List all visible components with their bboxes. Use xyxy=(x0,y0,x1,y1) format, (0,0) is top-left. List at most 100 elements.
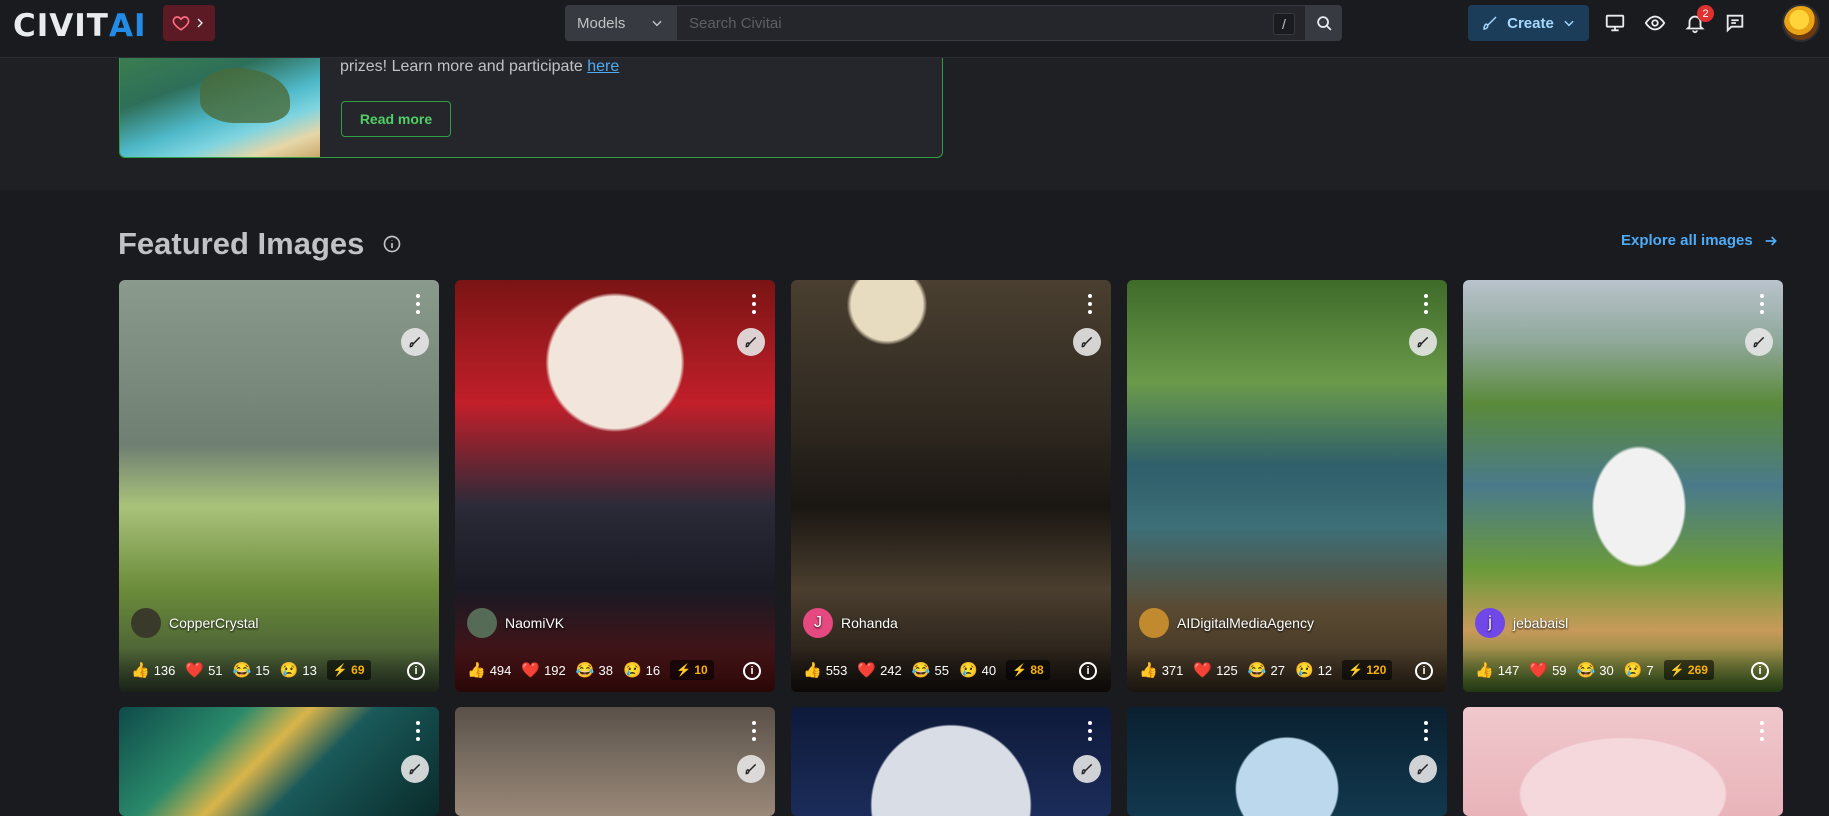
cry-reaction[interactable]: 😢 7 xyxy=(1624,661,1654,679)
remix-icon[interactable] xyxy=(1745,328,1773,356)
image-card[interactable] xyxy=(455,707,775,816)
card-author[interactable]: NaomiVK xyxy=(467,608,564,638)
notification-count-badge: 2 xyxy=(1697,5,1714,22)
cry-reaction[interactable]: 😢 16 xyxy=(623,661,660,679)
like-count: 494 xyxy=(489,662,512,678)
cry-reaction[interactable]: 😢 40 xyxy=(959,661,996,679)
heart-icon: ❤️ xyxy=(1529,662,1549,679)
chevron-down-icon xyxy=(1564,20,1574,27)
buzz-tip-badge[interactable]: ⚡ 69 xyxy=(326,660,371,680)
more-options-icon[interactable] xyxy=(1419,719,1433,743)
more-options-icon[interactable] xyxy=(747,719,761,743)
more-options-icon[interactable] xyxy=(411,719,425,743)
card-author[interactable]: CopperCrystal xyxy=(131,608,258,638)
search-icon xyxy=(1316,15,1332,31)
card-author[interactable]: j jebabaisl xyxy=(1475,608,1568,638)
chat-button[interactable] xyxy=(1722,10,1748,36)
like-reaction[interactable]: 👍 553 xyxy=(803,661,847,679)
remix-icon[interactable] xyxy=(1073,328,1101,356)
create-button[interactable]: Create xyxy=(1468,5,1589,41)
civitai-logo[interactable]: CIVIT AI xyxy=(13,8,147,44)
cry-reaction[interactable]: 😢 13 xyxy=(280,661,317,679)
laugh-reaction[interactable]: 😂 15 xyxy=(233,661,270,679)
more-options-icon[interactable] xyxy=(747,292,761,316)
card-author[interactable]: J Rohanda xyxy=(803,608,898,638)
section-title: Featured Images xyxy=(118,226,365,261)
explore-all-images-link[interactable]: Explore all images xyxy=(1621,232,1779,249)
info-icon[interactable] xyxy=(382,234,402,254)
more-options-icon[interactable] xyxy=(1083,719,1097,743)
image-card[interactable]: AIDigitalMediaAgency 👍 371 ❤️ 125 😂 27 😢 12 … xyxy=(1127,280,1447,692)
screen-icon-button[interactable] xyxy=(1602,10,1628,36)
image-card[interactable] xyxy=(791,707,1111,816)
card-author[interactable]: AIDigitalMediaAgency xyxy=(1139,608,1314,638)
image-card[interactable] xyxy=(119,707,439,816)
info-icon[interactable]: i xyxy=(1079,662,1097,680)
more-options-icon[interactable] xyxy=(1083,292,1097,316)
laugh-reaction[interactable]: 😂 38 xyxy=(576,661,613,679)
cry-reaction[interactable]: 😢 12 xyxy=(1295,661,1332,679)
laugh-count: 38 xyxy=(598,662,613,678)
image-card[interactable]: J Rohanda 👍 553 ❤️ 242 😂 55 😢 40 ⚡ 88 i xyxy=(791,280,1111,692)
more-options-icon[interactable] xyxy=(411,292,425,316)
like-reaction[interactable]: 👍 147 xyxy=(1475,661,1519,679)
content-filter-button[interactable] xyxy=(1642,10,1668,36)
notifications-button[interactable]: 2 xyxy=(1682,5,1714,36)
remix-icon[interactable] xyxy=(401,755,429,783)
like-reaction[interactable]: 👍 371 xyxy=(1139,661,1183,679)
info-icon[interactable]: i xyxy=(407,662,425,680)
top-navigation-bar: CIVITAI Models / Create 2 xyxy=(0,0,1829,58)
buzz-tip-badge[interactable]: ⚡ 269 xyxy=(1663,660,1714,680)
author-name: AIDigitalMediaAgency xyxy=(1177,615,1314,631)
heart-reaction[interactable]: ❤️ 192 xyxy=(521,661,565,679)
info-icon[interactable]: i xyxy=(1415,662,1433,680)
like-reaction[interactable]: 👍 136 xyxy=(131,661,175,679)
heart-reaction[interactable]: ❤️ 59 xyxy=(1529,661,1566,679)
more-options-icon[interactable] xyxy=(1755,292,1769,316)
more-options-icon[interactable] xyxy=(1755,719,1769,743)
remix-icon[interactable] xyxy=(1409,328,1437,356)
card-image xyxy=(1127,707,1447,816)
thumbs-up-icon: 👍 xyxy=(1475,662,1494,679)
image-card[interactable]: CopperCrystal 👍 136 ❤️ 51 😂 15 😢 13 ⚡ 69 i xyxy=(119,280,439,692)
create-button-label: Create xyxy=(1507,14,1554,32)
like-count: 147 xyxy=(1497,662,1520,678)
user-avatar[interactable] xyxy=(1782,4,1820,42)
search-button[interactable] xyxy=(1306,5,1342,41)
remix-icon[interactable] xyxy=(737,755,765,783)
remix-icon[interactable] xyxy=(737,328,765,356)
image-card[interactable]: j jebabaisl 👍 147 ❤️ 59 😂 30 😢 7 ⚡ 269 i xyxy=(1463,280,1783,692)
announcement-link[interactable]: here xyxy=(587,58,619,75)
laugh-reaction[interactable]: 😂 27 xyxy=(1248,661,1285,679)
more-options-icon[interactable] xyxy=(1419,292,1433,316)
heart-reaction[interactable]: ❤️ 51 xyxy=(185,661,222,679)
heart-reaction[interactable]: ❤️ 125 xyxy=(1193,661,1237,679)
cry-icon: 😢 xyxy=(1623,662,1643,679)
image-card[interactable]: NaomiVK 👍 494 ❤️ 192 😂 38 😢 16 ⚡ 10 i xyxy=(455,280,775,692)
like-reaction[interactable]: 👍 494 xyxy=(467,661,511,679)
search-input[interactable] xyxy=(689,14,1293,32)
remix-icon[interactable] xyxy=(1073,755,1101,783)
reaction-bar: 👍 371 ❤️ 125 😂 27 😢 12 ⚡ 120 xyxy=(1127,648,1447,692)
buzz-count: 10 xyxy=(694,663,708,677)
info-icon[interactable]: i xyxy=(743,662,761,680)
laugh-reaction[interactable]: 😂 55 xyxy=(912,661,949,679)
buzz-tip-badge[interactable]: ⚡ 120 xyxy=(1342,660,1393,680)
logo-text-ai: AI xyxy=(108,8,147,44)
buzz-count: 120 xyxy=(1366,663,1387,677)
read-more-button[interactable]: Read more xyxy=(341,101,451,137)
info-icon[interactable]: i xyxy=(1751,662,1769,680)
support-menu-button[interactable] xyxy=(163,5,215,41)
search-category-select[interactable]: Models xyxy=(565,5,676,41)
image-card[interactable] xyxy=(1127,707,1447,816)
image-card[interactable] xyxy=(1463,707,1783,816)
heart-reaction[interactable]: ❤️ 242 xyxy=(857,661,901,679)
author-avatar xyxy=(467,608,497,638)
eye-icon xyxy=(1644,15,1666,31)
buzz-tip-badge[interactable]: ⚡ 10 xyxy=(670,660,714,680)
laugh-reaction[interactable]: 😂 30 xyxy=(1577,661,1614,679)
chevron-down-icon xyxy=(652,20,662,27)
remix-icon[interactable] xyxy=(401,328,429,356)
remix-icon[interactable] xyxy=(1409,755,1437,783)
buzz-tip-badge[interactable]: ⚡ 88 xyxy=(1006,660,1050,680)
